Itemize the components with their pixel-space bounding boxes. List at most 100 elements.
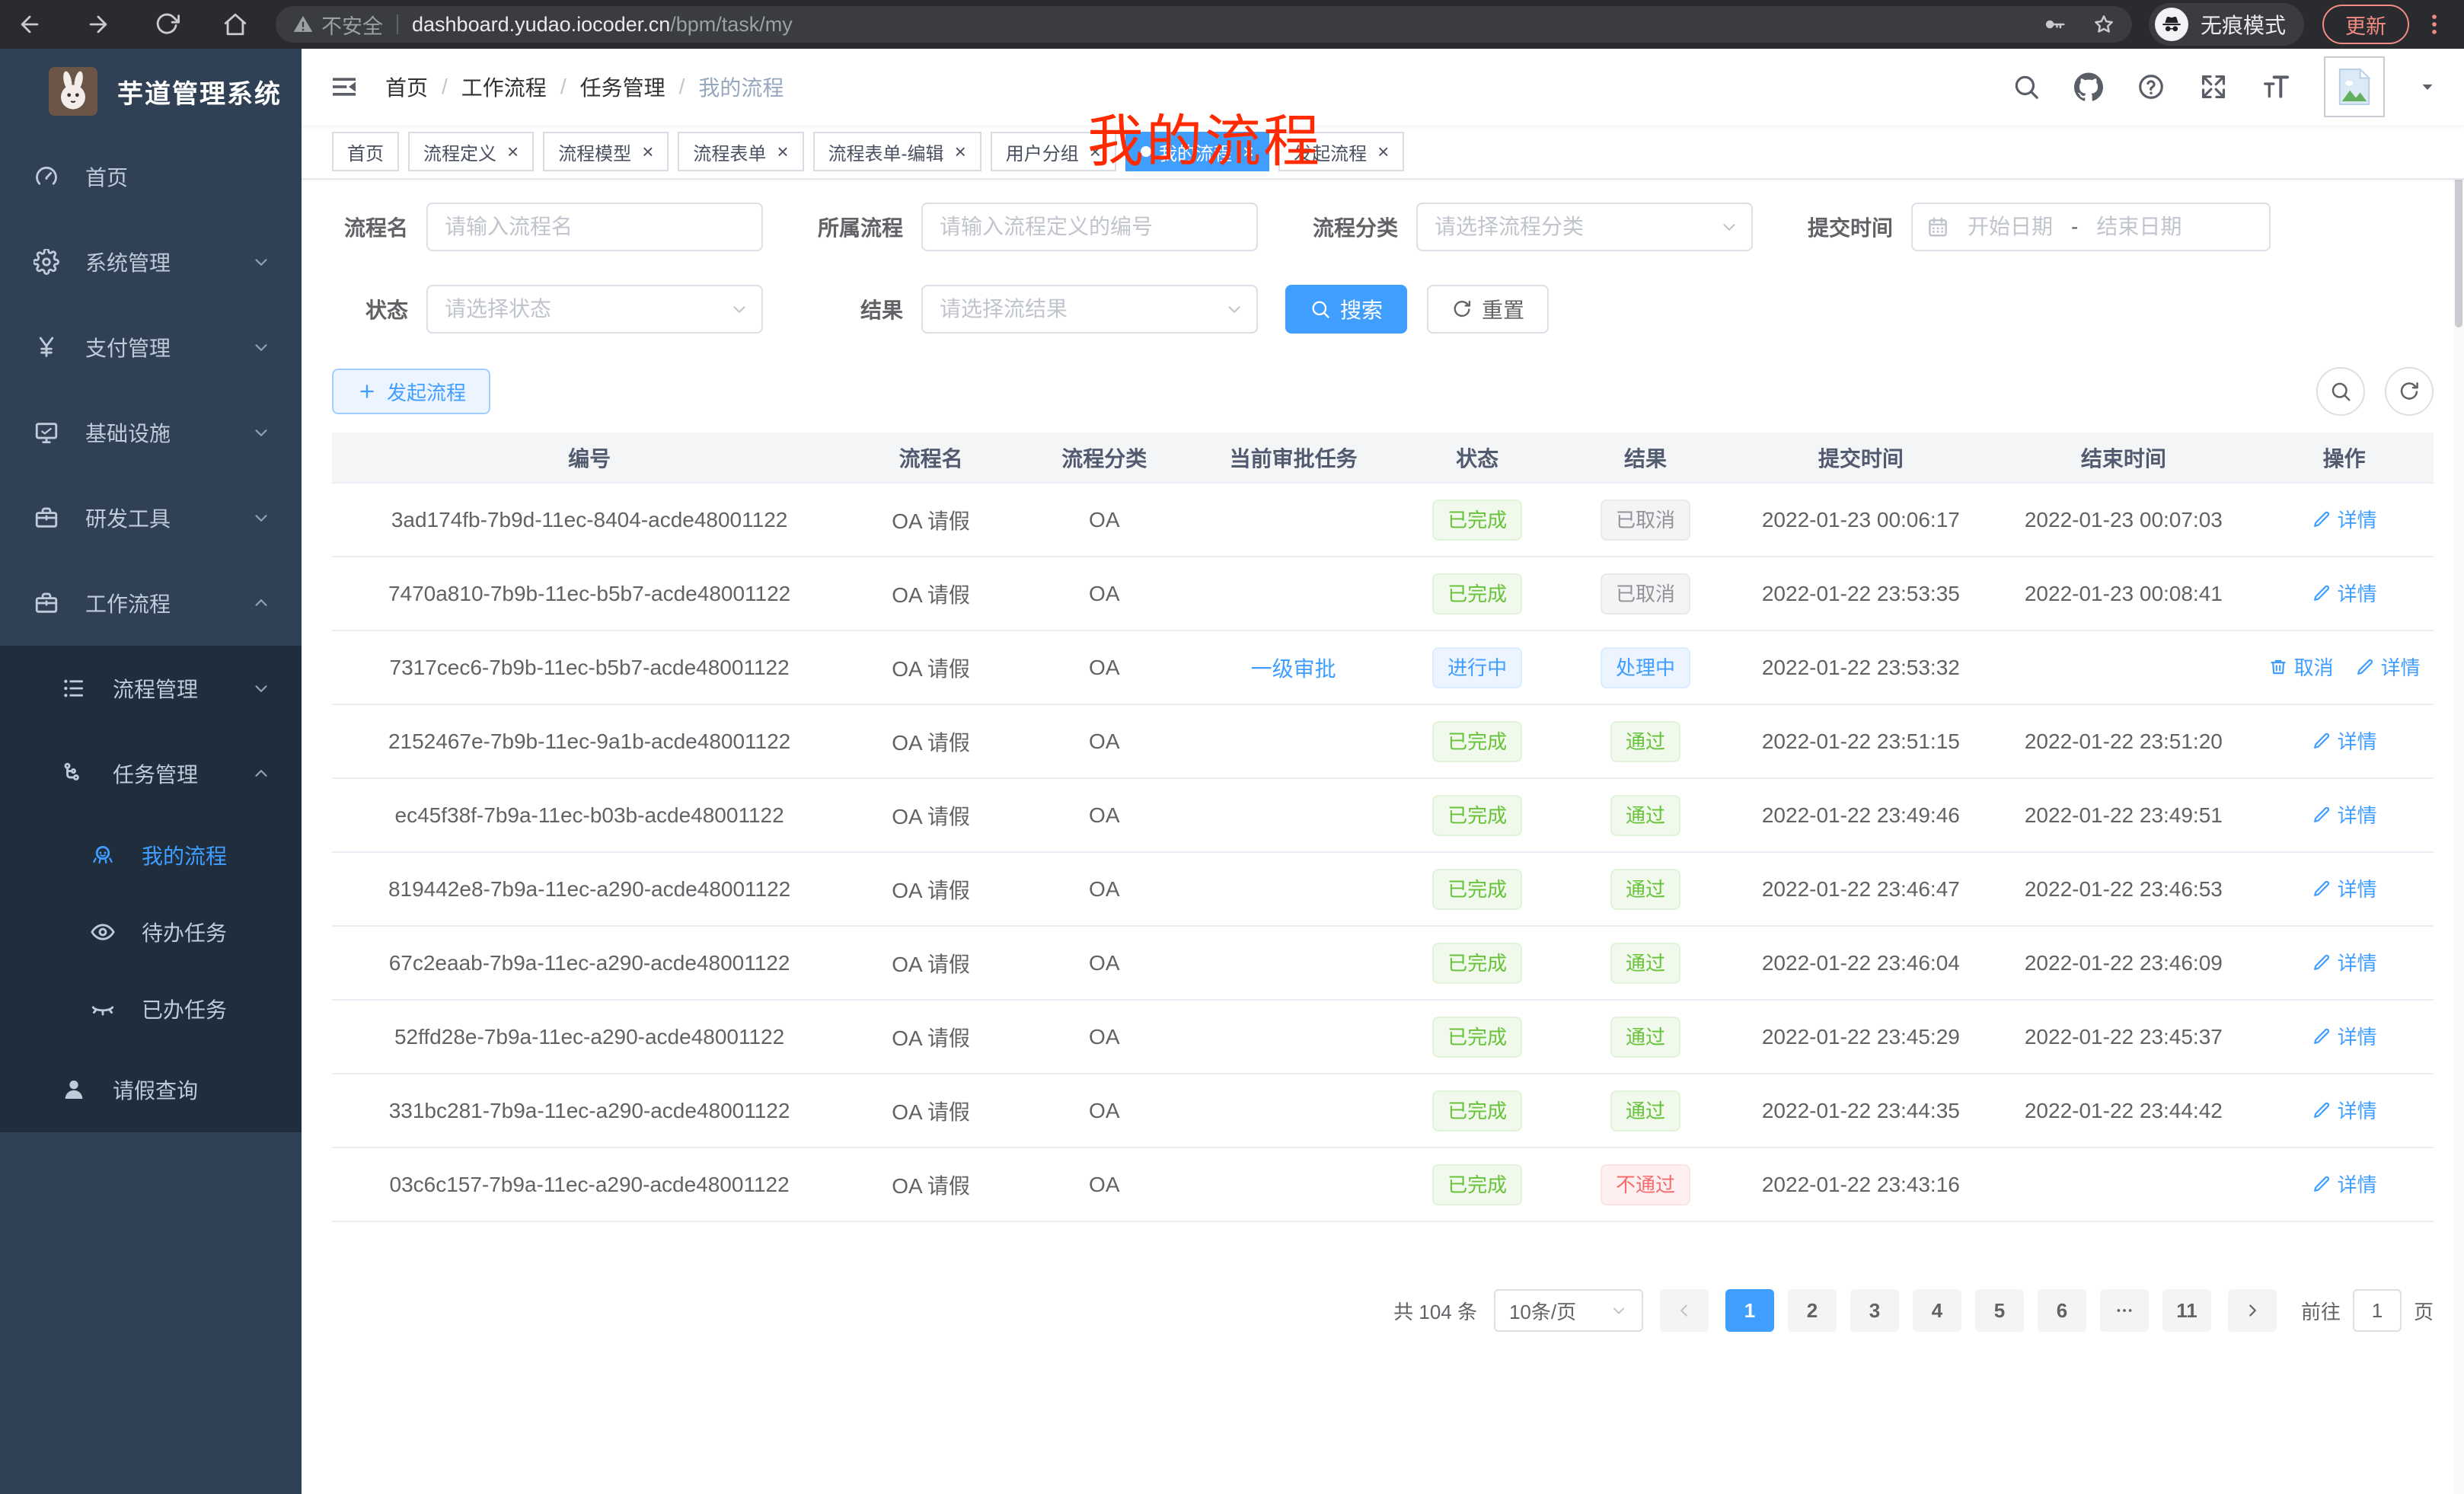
bookmark-star-icon[interactable]	[2092, 13, 2115, 36]
close-icon[interactable]: ×	[642, 142, 653, 161]
cell-result: 通过	[1562, 1000, 1730, 1074]
search-icon[interactable]	[2012, 72, 2041, 101]
caret-down-icon[interactable]	[2418, 78, 2437, 96]
category-select[interactable]	[1416, 203, 1753, 251]
tab-process-form[interactable]: 流程表单×	[678, 132, 803, 171]
close-icon[interactable]: ×	[507, 142, 519, 161]
sidebar-item-workflow[interactable]: 工作流程	[0, 560, 302, 646]
url-path: /bpm/task/my	[670, 13, 793, 37]
security-warning-icon[interactable]	[292, 14, 314, 35]
browser-menu-icon[interactable]	[2421, 11, 2447, 37]
detail-link[interactable]: 详情	[2312, 1096, 2377, 1124]
create-process-button[interactable]: 发起流程	[332, 369, 490, 414]
home-icon[interactable]	[222, 11, 248, 37]
process-name-input[interactable]	[426, 203, 763, 251]
page-button-1[interactable]: 1	[1725, 1289, 1774, 1332]
detail-link[interactable]: 详情	[2312, 579, 2377, 607]
sidebar-menu: 首页系统管理支付管理基础设施研发工具工作流程流程管理任务管理我的流程待办任务已办…	[0, 134, 302, 1132]
tab-my-process[interactable]: 我的流程×	[1125, 132, 1269, 171]
goto-page-input[interactable]	[2353, 1289, 2402, 1332]
page-button-4[interactable]: 4	[1913, 1289, 1961, 1332]
tab-process-model[interactable]: 流程模型×	[543, 132, 669, 171]
sidebar-item-process-management[interactable]: 流程管理	[0, 646, 302, 731]
sidebar-item-done-tasks[interactable]: 已办任务	[0, 970, 302, 1047]
sidebar-item-infrastructure[interactable]: 基础设施	[0, 390, 302, 475]
status-select[interactable]	[426, 285, 763, 334]
cell-status: 已完成	[1393, 1000, 1562, 1074]
toggle-search-button[interactable]	[2316, 367, 2365, 416]
page-scrollbar[interactable]	[2453, 49, 2464, 1494]
breadcrumb-item[interactable]: 首页	[385, 72, 428, 102]
tab-start-process[interactable]: 发起流程×	[1278, 132, 1404, 171]
parent-process-input[interactable]	[921, 203, 1258, 251]
goto-label: 前往	[2301, 1297, 2341, 1325]
detail-link[interactable]: 详情	[2312, 800, 2377, 828]
tab-process-definition[interactable]: 流程定义×	[408, 132, 534, 171]
close-icon[interactable]: ×	[1377, 142, 1389, 161]
close-icon[interactable]: ×	[955, 142, 966, 161]
close-icon[interactable]: ×	[777, 142, 788, 161]
sidebar-item-home[interactable]: 首页	[0, 134, 302, 219]
detail-link[interactable]: 详情	[2355, 653, 2421, 681]
search-button[interactable]: 搜索	[1285, 285, 1407, 334]
github-icon[interactable]	[2074, 72, 2103, 101]
table-header-row: 编号流程名流程分类当前审批任务状态结果提交时间结束时间操作	[332, 433, 2434, 483]
sidebar-collapse-icon[interactable]	[329, 72, 359, 102]
detail-link[interactable]: 详情	[2312, 874, 2377, 902]
detail-link[interactable]: 详情	[2312, 1022, 2377, 1050]
cancel-link[interactable]: 取消	[2268, 653, 2334, 681]
sidebar-item-todo-tasks[interactable]: 待办任务	[0, 893, 302, 970]
chevron-down-icon	[251, 423, 271, 442]
fullscreen-icon[interactable]	[2199, 72, 2228, 101]
detail-link[interactable]: 详情	[2312, 726, 2377, 755]
tab-process-form-edit[interactable]: 流程表单-编辑×	[813, 132, 981, 171]
app-logo-row[interactable]: 芋道管理系统	[0, 49, 302, 134]
detail-link[interactable]: 详情	[2312, 1170, 2377, 1198]
back-icon[interactable]	[17, 11, 43, 37]
broken-image-icon	[2337, 66, 2372, 107]
refresh-table-button[interactable]	[2385, 367, 2434, 416]
breadcrumb-item[interactable]: 任务管理	[580, 72, 665, 102]
avatar[interactable]	[2324, 56, 2385, 117]
chrome-update-button[interactable]: 更新	[2322, 5, 2409, 44]
page-button-11[interactable]: 11	[2162, 1289, 2211, 1332]
tab-home[interactable]: 首页	[332, 132, 399, 171]
reload-icon[interactable]	[154, 11, 180, 37]
current-task-link[interactable]: 一级审批	[1251, 657, 1336, 681]
cell-end-time: 2022-01-22 23:51:20	[1992, 704, 2255, 778]
help-icon[interactable]	[2137, 72, 2166, 101]
forward-icon[interactable]	[85, 11, 111, 37]
result-select[interactable]	[921, 285, 1258, 334]
page-button-6[interactable]: 6	[2038, 1289, 2086, 1332]
sidebar-item-my-process[interactable]: 我的流程	[0, 816, 302, 893]
close-icon[interactable]: ×	[1243, 142, 1254, 161]
chevron-up-icon	[251, 764, 271, 784]
sidebar-item-leave-query[interactable]: 请假查询	[0, 1047, 302, 1132]
detail-link[interactable]: 详情	[2312, 948, 2377, 976]
end-date-input[interactable]	[2078, 215, 2200, 239]
tab-user-group[interactable]: 用户分组×	[991, 132, 1116, 171]
address-bar[interactable]: 不安全 dashboard.yudao.iocoder.cn /bpm/task…	[276, 6, 2132, 43]
page-button-5[interactable]: 5	[1975, 1289, 2024, 1332]
password-key-icon[interactable]	[2044, 13, 2067, 36]
prev-page-button[interactable]	[1660, 1289, 1709, 1332]
status-label: 状态	[332, 294, 408, 324]
font-size-icon[interactable]	[2261, 72, 2290, 101]
detail-link[interactable]: 详情	[2312, 505, 2377, 533]
next-page-button[interactable]	[2228, 1289, 2277, 1332]
breadcrumb-item[interactable]: 工作流程	[461, 72, 547, 102]
sidebar-item-payment-management[interactable]: 支付管理	[0, 305, 302, 390]
sidebar-item-dev-tools[interactable]: 研发工具	[0, 475, 302, 560]
date-range-picker[interactable]: -	[1911, 203, 2271, 251]
sidebar-item-task-management[interactable]: 任务管理	[0, 731, 302, 816]
close-icon[interactable]: ×	[1090, 142, 1101, 161]
more-pages-button[interactable]	[2100, 1289, 2149, 1332]
security-label[interactable]: 不安全	[321, 10, 383, 40]
page-button-2[interactable]: 2	[1788, 1289, 1837, 1332]
breadcrumb-item: 我的流程	[698, 72, 784, 102]
start-date-input[interactable]	[1949, 215, 2071, 239]
sidebar-item-system-management[interactable]: 系统管理	[0, 219, 302, 305]
page-button-3[interactable]: 3	[1850, 1289, 1899, 1332]
reset-button[interactable]: 重置	[1427, 285, 1549, 334]
page-size-select[interactable]: 10条/页	[1494, 1289, 1643, 1332]
